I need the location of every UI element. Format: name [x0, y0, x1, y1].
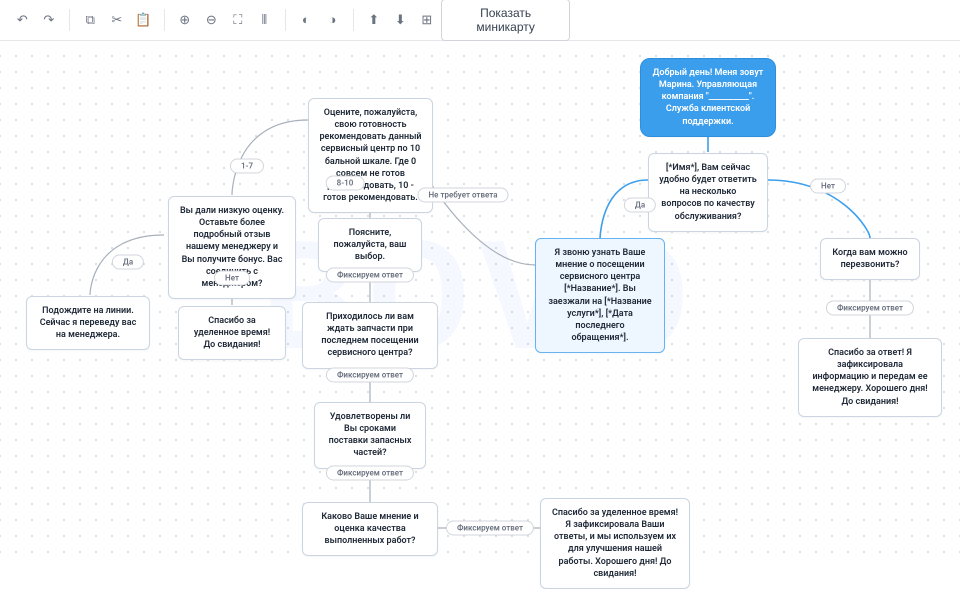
cut-button[interactable]: ✂ [105, 6, 130, 34]
grid-button[interactable]: ⊞ [415, 6, 440, 34]
edge-label-record: Фиксируем ответ [326, 268, 414, 283]
node-nps[interactable]: Оцените, пожалуйста, свою готовность рек… [308, 98, 433, 213]
separator [164, 9, 165, 31]
edge-label-no: Нет [810, 179, 846, 194]
theme-button[interactable]: ◑ [320, 6, 345, 34]
node-final[interactable]: Спасибо за уделенное время! Я зафиксиров… [540, 498, 690, 589]
redo-button[interactable]: ↷ [37, 6, 62, 34]
edge-label-yes: Да [624, 198, 656, 213]
zoom-in-button[interactable]: ⊕ [172, 6, 197, 34]
undo-button[interactable]: ↶ [10, 6, 35, 34]
node-start[interactable]: Добрый день! Меня зовут Марина. Управляю… [640, 58, 776, 137]
fill-button[interactable]: ◐ [294, 6, 319, 34]
node-hold[interactable]: Подождите на линии. Сейчас я переведу ва… [26, 296, 150, 350]
fit-button[interactable]: ⛶ [226, 6, 251, 34]
align-button[interactable]: ⫴ [252, 6, 277, 34]
edge-label-record: Фиксируем ответ [326, 368, 414, 383]
edge-label-record: Фиксируем ответ [326, 466, 414, 481]
node-time-question[interactable]: [*Имя*], Вам сейчас удобно будет ответит… [648, 153, 768, 232]
diagram-canvas[interactable]: BOVO [0, 40, 960, 553]
toolbar: ↶ ↷ ⧉ ✂ 📋 ⊕ ⊖ ⛶ ⫴ ◐ ◑ ⬆ ⬇ ⊞ Показать мин… [0, 0, 960, 41]
edge-label-noans: Не требует ответа [417, 188, 508, 203]
separator [353, 9, 354, 31]
node-waitparts[interactable]: Приходилось ли вам ждать запчасти при по… [302, 302, 438, 369]
show-minimap-button[interactable]: Показать миникарту [441, 0, 570, 41]
send-back-button[interactable]: ⬇ [388, 6, 413, 34]
edge-label-record: Фиксируем ответ [446, 521, 534, 536]
edge-label-1-7: 1-7 [230, 159, 264, 174]
bring-front-button[interactable]: ⬆ [362, 6, 387, 34]
node-thanks-callback[interactable]: Спасибо за ответ! Я зафиксировала информ… [798, 338, 942, 417]
node-callback[interactable]: Когда вам можно перезвонить? [820, 238, 920, 280]
node-quality[interactable]: Каково Ваше мнение и оценка качества вып… [302, 502, 438, 556]
separator [69, 9, 70, 31]
copy-button[interactable]: ⧉ [78, 6, 103, 34]
zoom-out-button[interactable]: ⊖ [199, 6, 224, 34]
separator [285, 9, 286, 31]
node-bye-short[interactable]: Спасибо за уделенное время! До свидания! [178, 306, 286, 360]
edge-label-8-10: 8-10 [326, 176, 365, 191]
edge-label-no: Нет [214, 271, 250, 286]
edge-label-record: Фиксируем ответ [826, 301, 914, 316]
node-explain[interactable]: Поясните, пожалуйста, ваш выбор. [318, 218, 422, 272]
paste-button[interactable]: 📋 [131, 6, 156, 34]
edge-label-yes: Да [112, 255, 144, 270]
node-purpose[interactable]: Я звоню узнать Ваше мнение о посещении с… [535, 238, 665, 353]
node-delivery[interactable]: Удовлетворены ли Вы сроками поставки зап… [314, 402, 426, 469]
